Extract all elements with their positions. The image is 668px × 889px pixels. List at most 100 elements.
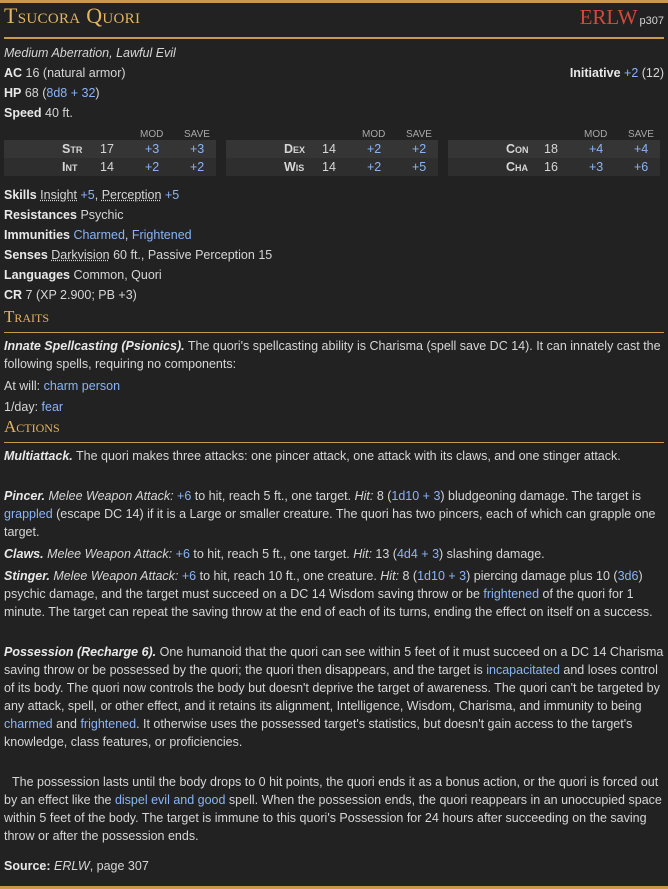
traits-title: Traits <box>4 307 50 326</box>
skill-perception-bonus[interactable]: +5 <box>165 188 179 202</box>
ability-mod[interactable]: +4 <box>589 140 603 158</box>
ability-row-int: Int 14 +2 +2 <box>4 158 216 176</box>
ability-header: MOD SAVE <box>4 126 216 140</box>
cr-line: CR 7 (XP 2.900; PB +3) <box>4 286 664 306</box>
trait-name: Innate Spellcasting (Psionics). <box>4 339 185 353</box>
ability-mod[interactable]: +2 <box>367 158 381 176</box>
ability-save[interactable]: +2 <box>190 158 204 176</box>
action-claws: Claws. Melee Weapon Attack: +6 to hit, r… <box>4 545 664 563</box>
immunity-charmed[interactable]: Charmed <box>73 228 124 242</box>
ability-score: 14 <box>100 160 114 174</box>
ability-row-cha: Cha 16 +3 +6 <box>448 158 660 176</box>
skills-label: Skills <box>4 188 37 202</box>
source-page-text: , page 307 <box>89 859 149 873</box>
skills-line: Skills Insight +5, Perception +5 <box>4 186 664 206</box>
damage-dice[interactable]: 4d4 + 3 <box>397 547 439 561</box>
ability-block-str-int: MOD SAVE Str 17 +3 +3 Int 14 +2 +2 <box>4 126 216 176</box>
damage-dice[interactable]: 1d10 + 3 <box>391 489 440 503</box>
condition-charmed[interactable]: charmed <box>4 717 53 731</box>
attack-bonus[interactable]: +6 <box>177 489 191 503</box>
hp-value: 68 ( <box>24 86 47 100</box>
ability-mod[interactable]: +2 <box>367 140 381 158</box>
spell-fear[interactable]: fear <box>42 400 64 414</box>
attack-bonus[interactable]: +6 <box>182 569 196 583</box>
initiative-mod[interactable]: +2 <box>624 66 638 80</box>
statblock-body: Medium Aberration, Lawful Evil AC 16 (na… <box>4 44 664 875</box>
ability-mod[interactable]: +3 <box>589 158 603 176</box>
action-text: 8 ( <box>399 569 418 583</box>
condition-grappled[interactable]: grappled <box>4 507 53 521</box>
initiative: Initiative +2 (12) <box>570 64 664 82</box>
ability-save[interactable]: +4 <box>634 140 648 158</box>
ability-row-str: Str 17 +3 +3 <box>4 140 216 158</box>
speed-line: Speed 40 ft. <box>4 104 664 124</box>
action-pincer: Pincer. Melee Weapon Attack: +6 to hit, … <box>4 487 664 541</box>
spell-dispel-evil-and-good[interactable]: dispel evil and good <box>115 793 226 807</box>
senses-rest: 60 ft., Passive Perception 15 <box>109 248 273 262</box>
recharge-value[interactable]: 6 <box>142 645 149 659</box>
ability-save[interactable]: +6 <box>634 158 648 176</box>
ability-score: 14 <box>322 142 336 156</box>
condition-incapacitated[interactable]: incapacitated <box>486 663 560 677</box>
ability-score: 17 <box>100 142 114 156</box>
ability-row-wis: Wis 14 +2 +5 <box>226 158 438 176</box>
ability-score: 16 <box>544 160 558 174</box>
action-stinger: Stinger. Melee Weapon Attack: +6 to hit,… <box>4 567 664 621</box>
hp-line: HP 68 (8d8 + 32) <box>4 84 664 104</box>
ability-header: MOD SAVE <box>226 126 438 140</box>
action-multiattack: Multiattack. The quori makes three attac… <box>4 447 664 465</box>
attack-type: Melee Weapon Attack: <box>45 489 174 503</box>
ability-name: Wis <box>284 160 305 174</box>
type-line: Medium Aberration, Lawful Evil <box>4 46 176 60</box>
action-text: The quori makes three attacks: one pince… <box>72 449 621 463</box>
skill-insight-bonus[interactable]: +5 <box>80 188 94 202</box>
hit-label: Hit: <box>354 489 374 503</box>
damage-dice[interactable]: 3d6 <box>618 569 639 583</box>
skill-perception[interactable]: Perception <box>102 188 162 202</box>
source-page: p307 <box>639 15 664 27</box>
ac-line: AC 16 (natural armor) Initiative +2 (12) <box>4 64 664 84</box>
source-tag[interactable]: ERLW p307 <box>580 5 664 30</box>
action-text: and <box>52 717 81 731</box>
source-line: Source: ERLW, page 307 <box>4 857 664 875</box>
ability-block-con-cha: MOD SAVE Con 18 +4 +4 Cha 16 +3 +6 <box>448 126 660 176</box>
action-text: ) piercing damage plus 10 ( <box>466 569 618 583</box>
ability-mod[interactable]: +3 <box>145 140 159 158</box>
speed-value: 40 ft. <box>45 106 73 120</box>
skill-insight[interactable]: Insight <box>40 188 77 202</box>
actions-title: Actions <box>4 417 60 436</box>
damage-dice[interactable]: 1d10 + 3 <box>417 569 466 583</box>
sense-darkvision[interactable]: Darkvision <box>51 248 109 262</box>
ability-name: Dex <box>284 142 306 156</box>
statblock: Tsucora Quori ERLW p307 Medium Aberration… <box>0 0 668 889</box>
ability-save[interactable]: +5 <box>412 158 426 176</box>
immunity-frightened[interactable]: Frightened <box>132 228 192 242</box>
condition-frightened[interactable]: frightened <box>483 587 539 601</box>
action-name: Multiattack. <box>4 449 73 463</box>
spell-freq: 1/day: <box>4 400 42 414</box>
skill-sep: , <box>94 188 102 202</box>
ac-label: AC <box>4 66 23 80</box>
attack-bonus[interactable]: +6 <box>176 547 190 561</box>
hp-formula[interactable]: 8d8 + 32 <box>46 86 95 100</box>
source-abbr[interactable]: ERLW <box>580 5 638 29</box>
ability-row-con: Con 18 +4 +4 <box>448 140 660 158</box>
ability-mod[interactable]: +2 <box>145 158 159 176</box>
source-label: Source: <box>4 859 51 873</box>
action-name-end: ). <box>148 645 157 659</box>
ability-save[interactable]: +2 <box>412 140 426 158</box>
ability-score: 18 <box>544 142 558 156</box>
ability-save[interactable]: +3 <box>190 140 204 158</box>
statblock-header: Tsucora Quori ERLW p307 <box>4 5 664 39</box>
immunities-line: Immunities Charmed, Frightened <box>4 226 664 246</box>
traits-heading: Traits <box>4 308 664 333</box>
spell-freq: At will: <box>4 379 44 393</box>
hit-label: Hit: <box>353 547 372 561</box>
condition-frightened[interactable]: frightened <box>80 717 136 731</box>
spell-charm-person[interactable]: charm person <box>44 379 120 393</box>
immunity-sep: , <box>124 228 132 242</box>
hit-label: Hit: <box>380 569 400 583</box>
action-text: (escape DC 14) if it is a Large or small… <box>4 507 656 539</box>
